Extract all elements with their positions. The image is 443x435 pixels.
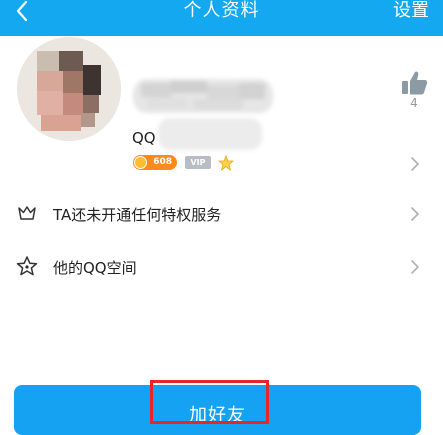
qq-number-redacted	[158, 118, 262, 150]
vip-badge[interactable]: VIP	[185, 156, 211, 169]
avatar[interactable]	[17, 37, 121, 141]
qq-label: QQ	[132, 129, 156, 147]
like-count: 4	[410, 96, 418, 110]
privilege-service-label: TA还未开通任何特权服务	[53, 206, 222, 224]
qq-zone-row[interactable]: 他的QQ空间	[0, 241, 443, 293]
star-icon	[16, 256, 38, 276]
thumbs-up-icon[interactable]	[400, 70, 428, 96]
chevron-right-icon	[411, 207, 419, 221]
add-friend-label: 加好友	[189, 405, 246, 426]
chevron-right-icon	[411, 260, 419, 274]
level-badge[interactable]: 608	[133, 155, 177, 170]
privilege-service-row[interactable]: TA还未开通任何特权服务	[0, 188, 443, 240]
crown-icon	[18, 206, 36, 220]
star-badge-icon[interactable]	[218, 155, 234, 171]
profile-card[interactable]: QQ 608 VIP 4	[0, 0, 443, 186]
nickname-redacted	[133, 79, 273, 113]
chevron-right-icon	[411, 157, 419, 171]
qq-zone-label: 他的QQ空间	[53, 259, 137, 277]
add-friend-button[interactable]: 加好友	[14, 385, 421, 435]
